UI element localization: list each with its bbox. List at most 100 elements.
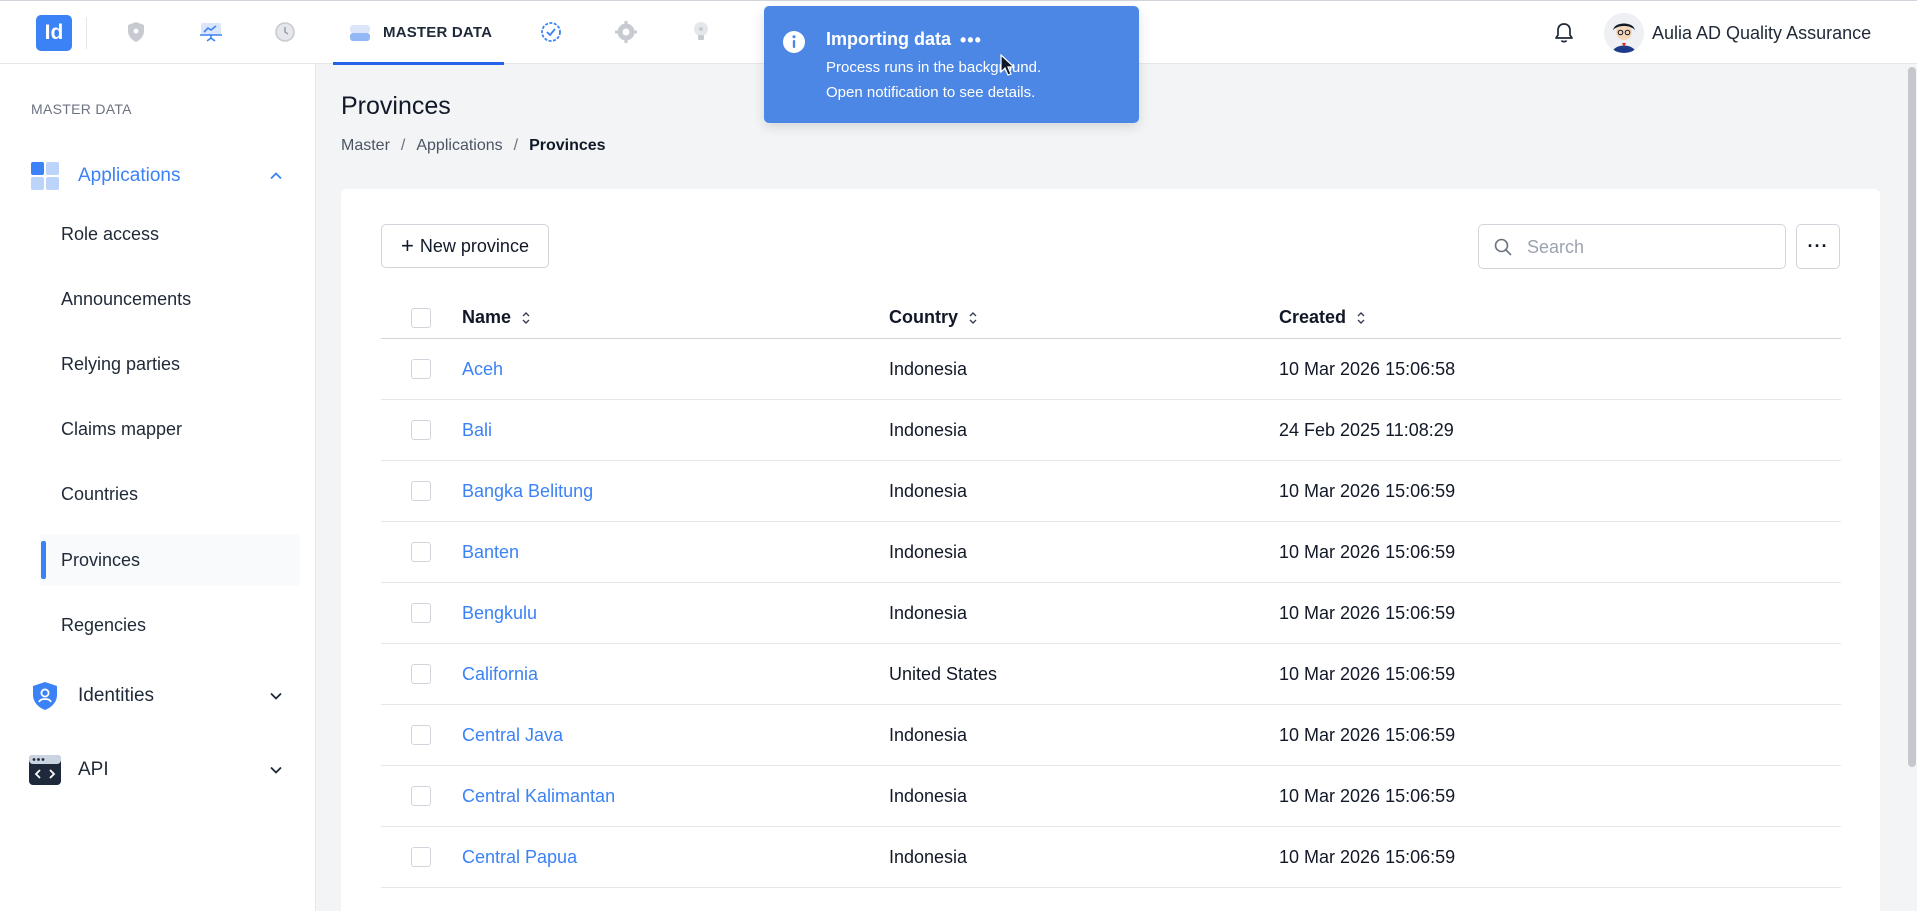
province-country: Indonesia <box>889 542 968 562</box>
sidebar-item-claims-mapper[interactable]: Claims mapper <box>40 403 300 455</box>
table-row: Aceh Indonesia 10 Mar 2026 15:06:58 <box>381 339 1841 400</box>
chevron-down-icon <box>266 760 286 780</box>
province-name-link[interactable]: Bengkulu <box>462 603 537 624</box>
row-checkbox[interactable] <box>411 481 431 501</box>
column-header-name[interactable]: Name <box>462 307 531 328</box>
province-name-link[interactable]: Central Java <box>462 725 563 746</box>
page-scrollbar[interactable] <box>1907 64 1917 911</box>
province-name-link[interactable]: California <box>462 664 538 685</box>
province-name-link[interactable]: Central Papua <box>462 847 577 868</box>
gear-icon[interactable] <box>613 19 639 45</box>
database-icon <box>347 20 373 46</box>
sidebar-item-countries[interactable]: Countries <box>40 468 300 520</box>
sidebar-group-applications[interactable]: Applications <box>28 156 296 196</box>
table-row: Bangka Belitung Indonesia 10 Mar 2026 15… <box>381 461 1841 522</box>
table-row: Bengkulu Indonesia 10 Mar 2026 15:06:59 <box>381 583 1841 644</box>
province-country: Indonesia <box>889 481 968 501</box>
province-country: Indonesia <box>889 786 968 806</box>
column-header-label: Name <box>462 307 512 327</box>
sidebar-item-provinces[interactable]: Provinces <box>40 534 300 586</box>
column-header-label: Created <box>1279 307 1347 327</box>
page-title: Provinces <box>341 92 451 120</box>
province-country: United States <box>889 664 998 684</box>
toast-message-line2: Open notification to see details. <box>826 84 1036 101</box>
row-checkbox[interactable] <box>411 603 431 623</box>
user-name[interactable]: Aulia AD Quality Assurance <box>1652 23 1871 44</box>
table-row: Central Kalimantan Indonesia 10 Mar 2026… <box>381 766 1841 827</box>
table-row: Central Papua Indonesia 10 Mar 2026 15:0… <box>381 827 1841 888</box>
shield-user-icon <box>28 679 62 713</box>
sort-icon <box>522 311 530 324</box>
toast-title: Importing data <box>826 29 951 49</box>
province-name-link[interactable]: Bali <box>462 420 492 441</box>
province-created: 10 Mar 2026 15:06:58 <box>1279 359 1456 379</box>
new-province-button[interactable]: + New province <box>381 224 549 268</box>
sidebar-group-identities[interactable]: Identities <box>28 676 296 716</box>
table-row: Banten Indonesia 10 Mar 2026 15:06:59 <box>381 522 1841 583</box>
lightbulb-icon[interactable] <box>688 19 714 45</box>
province-country: Indonesia <box>889 847 968 867</box>
province-country: Indonesia <box>889 359 968 379</box>
row-checkbox[interactable] <box>411 420 431 440</box>
province-created: 10 Mar 2026 15:06:59 <box>1279 725 1456 745</box>
sidebar-group-api[interactable]: API <box>28 750 296 790</box>
province-created: 24 Feb 2025 11:08:29 <box>1279 420 1454 440</box>
province-name-link[interactable]: Banten <box>462 542 519 563</box>
sidebar-heading: MASTER DATA <box>31 101 132 117</box>
province-created: 10 Mar 2026 15:06:59 <box>1279 664 1456 684</box>
notification-bell-icon[interactable] <box>1551 20 1577 46</box>
sidebar-item-role-access[interactable]: Role access <box>40 208 300 260</box>
sidebar-item-announcements[interactable]: Announcements <box>40 273 300 325</box>
row-checkbox[interactable] <box>411 725 431 745</box>
table-row: California United States 10 Mar 2026 15:… <box>381 644 1841 705</box>
loading-dots-icon: ••• <box>960 30 982 50</box>
provinces-card: + New province ··· Name Country Created <box>341 189 1880 911</box>
table-row: Central Java Indonesia 10 Mar 2026 15:06… <box>381 705 1841 766</box>
presentation-chart-icon[interactable] <box>198 19 224 45</box>
province-created: 10 Mar 2026 15:06:59 <box>1279 603 1456 623</box>
search-input[interactable] <box>1527 233 1777 261</box>
mouse-cursor-icon <box>1000 53 1016 78</box>
province-name-link[interactable]: Bangka Belitung <box>462 481 593 502</box>
sidebar-item-relying-parties[interactable]: Relying parties <box>40 338 300 390</box>
province-country: Indonesia <box>889 603 968 623</box>
avatar[interactable] <box>1604 13 1644 53</box>
chevron-up-icon <box>266 166 286 186</box>
province-country: Indonesia <box>889 420 968 440</box>
breadcrumb-separator: / <box>513 137 519 154</box>
more-options-button[interactable]: ··· <box>1796 224 1840 269</box>
table-row: Bali Indonesia 24 Feb 2025 11:08:29 <box>381 400 1841 461</box>
province-name-link[interactable]: Aceh <box>462 359 503 380</box>
breadcrumb-applications[interactable]: Applications <box>416 137 502 155</box>
grid-icon <box>28 159 62 193</box>
row-checkbox[interactable] <box>411 542 431 562</box>
select-all-checkbox[interactable] <box>411 308 431 328</box>
row-checkbox[interactable] <box>411 847 431 867</box>
search-box[interactable] <box>1478 224 1786 269</box>
new-province-label: New province <box>419 235 529 256</box>
plus-icon: + <box>401 233 414 258</box>
provinces-table: Name Country Created Aceh Indonesia 10 M… <box>381 288 1841 888</box>
scrollbar-thumb[interactable] <box>1908 67 1916 767</box>
sort-icon <box>969 311 977 324</box>
column-header-created[interactable]: Created <box>1279 307 1366 328</box>
badge-check-icon[interactable] <box>538 19 564 45</box>
row-checkbox[interactable] <box>411 359 431 379</box>
province-created: 10 Mar 2026 15:06:59 <box>1279 847 1456 867</box>
search-icon <box>1493 237 1513 257</box>
import-toast-notification[interactable]: Importing data ••• Process runs in the b… <box>764 6 1139 123</box>
row-checkbox[interactable] <box>411 664 431 684</box>
province-name-link[interactable]: Central Kalimantan <box>462 786 615 807</box>
sidebar-item-regencies[interactable]: Regencies <box>40 599 300 651</box>
breadcrumb-master[interactable]: Master <box>341 137 390 155</box>
chevron-down-icon <box>266 686 286 706</box>
history-clock-icon[interactable] <box>272 19 298 45</box>
shield-icon[interactable] <box>123 19 149 45</box>
column-header-country[interactable]: Country <box>889 307 978 328</box>
sidebar-group-label: Identities <box>78 685 155 706</box>
breadcrumb: Master / Applications / Provinces <box>341 137 606 155</box>
app-logo[interactable]: Id <box>36 15 72 51</box>
tab-master-data[interactable]: MASTER DATA <box>333 1 504 65</box>
row-checkbox[interactable] <box>411 786 431 806</box>
province-created: 10 Mar 2026 15:06:59 <box>1279 542 1456 562</box>
